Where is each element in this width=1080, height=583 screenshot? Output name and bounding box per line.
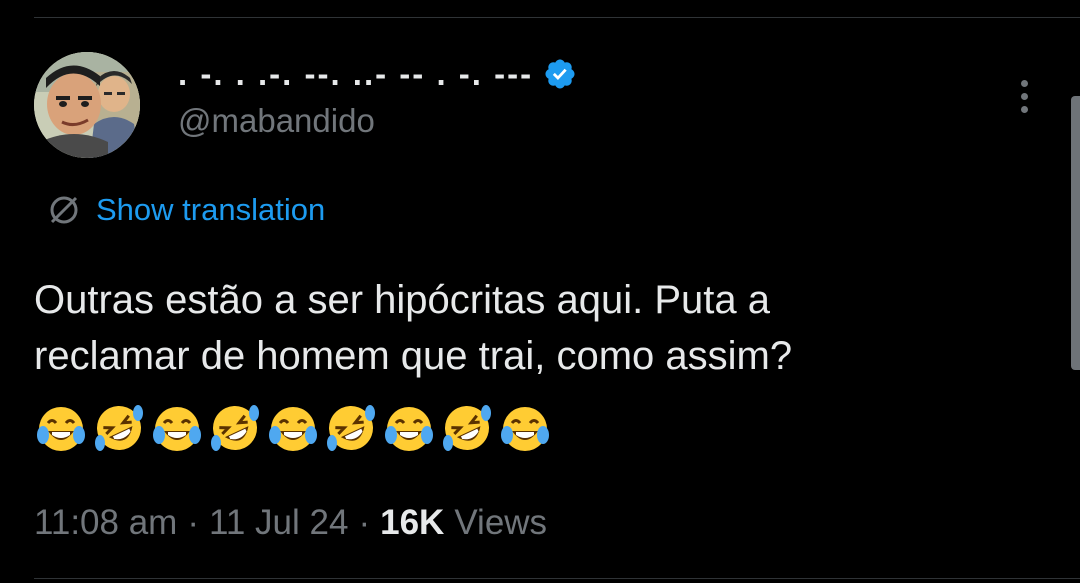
rolling-laughing-emoji-icon — [208, 401, 262, 455]
tweet-text: Outras estão a ser hipócritas aqui. Puta… — [34, 278, 793, 378]
meta-separator: · — [187, 503, 199, 542]
views-label: Views — [454, 503, 548, 542]
avatar-image — [34, 52, 140, 158]
tears-of-joy-emoji-icon — [266, 401, 320, 455]
rolling-laughing-emoji-icon — [92, 401, 146, 455]
tears-of-joy-emoji-icon — [150, 401, 204, 455]
scrollbar[interactable] — [1071, 96, 1080, 370]
top-divider — [34, 17, 1080, 18]
tweet-meta: 11:08 am · 11 Jul 24 · 16K Views — [34, 498, 547, 548]
tears-of-joy-emoji-icon — [34, 401, 88, 455]
tears-of-joy-emoji-icon — [498, 401, 552, 455]
user-handle[interactable]: @mabandido — [178, 100, 375, 142]
tweet-date[interactable]: 11 Jul 24 — [209, 503, 348, 543]
views-count: 16K — [380, 503, 445, 542]
avatar[interactable] — [34, 52, 140, 158]
meta-separator: · — [358, 503, 371, 542]
bottom-divider — [34, 578, 1080, 579]
show-translation-button[interactable]: Show translation — [46, 188, 325, 232]
emoji-row — [34, 398, 556, 458]
globe-icon — [46, 192, 82, 228]
rolling-laughing-emoji-icon — [440, 401, 494, 455]
verified-badge-icon — [543, 57, 577, 91]
display-name[interactable]: . -. . .-. --. ..- -- . -. --- — [178, 52, 533, 96]
rolling-laughing-emoji-icon — [324, 401, 378, 455]
tweet-time[interactable]: 11:08 am — [34, 503, 177, 543]
show-translation-label[interactable]: Show translation — [96, 188, 325, 232]
author-name-row[interactable]: . -. . .-. --. ..- -- . -. --- — [178, 52, 577, 96]
tears-of-joy-emoji-icon — [382, 401, 436, 455]
more-vertical-icon[interactable] — [1010, 76, 1040, 116]
